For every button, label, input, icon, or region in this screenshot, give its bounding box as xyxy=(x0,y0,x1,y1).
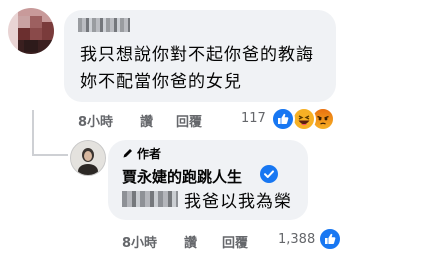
author-avatar[interactable] xyxy=(70,140,106,176)
thread-line xyxy=(32,110,34,156)
comment-reaction-count[interactable]: 117 xyxy=(241,111,266,126)
commenter-name-redacted[interactable] xyxy=(78,18,130,32)
reply-reply-button[interactable]: 回覆 xyxy=(222,232,248,251)
author-badge-label: 作者 xyxy=(137,147,162,161)
commenter-avatar[interactable] xyxy=(8,8,54,54)
mention-redacted[interactable] xyxy=(122,191,178,207)
thread-line-branch xyxy=(32,154,68,156)
comment-like-button[interactable]: 讚 xyxy=(140,111,153,130)
haha-icon xyxy=(292,107,316,131)
reply-text: 我爸以我為榮 xyxy=(184,192,292,212)
like-icon xyxy=(318,227,342,251)
verified-badge-icon xyxy=(260,165,278,183)
like-icon xyxy=(271,107,295,131)
reply-timestamp[interactable]: 8小時 xyxy=(122,232,157,251)
comment-text-line-2: 妳不配當你爸的女兒 xyxy=(80,72,242,92)
reply-like-button[interactable]: 讚 xyxy=(184,232,197,251)
reply-reaction-count[interactable]: 1,388 xyxy=(278,232,315,247)
comment-reply-button[interactable]: 回覆 xyxy=(176,111,202,130)
pencil-icon xyxy=(123,149,132,158)
comment-timestamp[interactable]: 8小時 xyxy=(78,111,113,130)
author-badge: 作者 xyxy=(122,145,161,162)
author-name[interactable]: 賈永婕的跑跳人生 xyxy=(122,166,242,187)
comment-text-line-1: 我只想說你對不起你爸的教誨 xyxy=(80,45,314,65)
